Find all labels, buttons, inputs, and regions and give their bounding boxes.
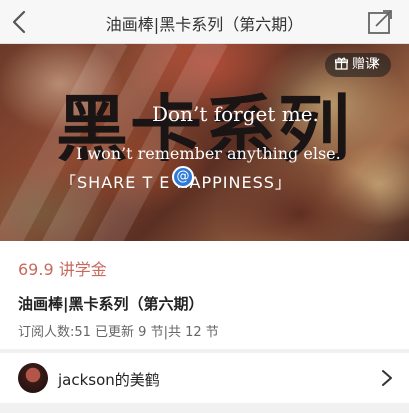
close-icon[interactable]: ×: [369, 55, 383, 69]
banner-english-subtitle: Don’t forget me.: [152, 102, 319, 126]
gift-course-button[interactable]: 赠课 ×: [325, 53, 391, 77]
nav-bar: 油画棒|黑卡系列（第六期）: [0, 0, 409, 44]
course-banner[interactable]: 黑卡系列 Don’t forget me. I won’t remember a…: [0, 44, 409, 241]
author-name: jackson的美鹤: [58, 371, 160, 389]
course-title: 油画棒|黑卡系列（第六期）: [18, 295, 204, 313]
course-info-card: 69.9 讲学金 油画棒|黑卡系列（第六期） 订阅人数:51 已更新 9 节|共…: [0, 241, 409, 349]
course-price: 69.9 讲学金: [18, 260, 107, 279]
page-title: 油画棒|黑卡系列（第六期）: [105, 15, 304, 34]
back-icon[interactable]: [8, 9, 32, 35]
chevron-right-icon[interactable]: [381, 368, 393, 388]
share-icon[interactable]: [367, 9, 393, 35]
author-row[interactable]: jackson的美鹤: [0, 353, 409, 403]
avatar[interactable]: [18, 363, 48, 393]
course-meta: 订阅人数:51 已更新 9 节|共 12 节: [18, 325, 219, 340]
banner-logo-icon: @: [172, 166, 194, 188]
banner-english-line: I won’t remember anything else.: [76, 144, 341, 163]
gift-icon: [335, 57, 348, 70]
